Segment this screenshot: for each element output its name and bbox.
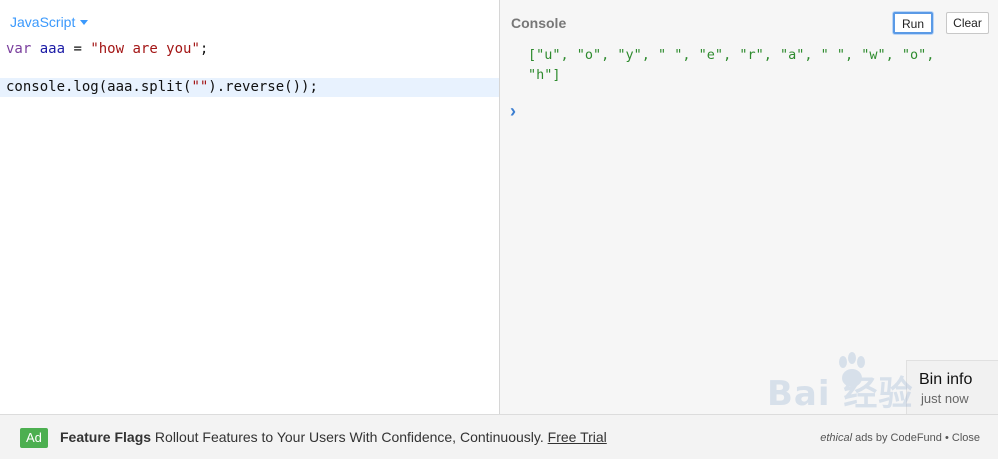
code-token: console.log(aaa.split( (6, 79, 192, 95)
code-token: aaa (39, 41, 66, 57)
ad-body: Rollout Features to Your Users With Conf… (151, 429, 548, 445)
chevron-down-icon (80, 19, 89, 25)
ad-bar: Ad Feature Flags Rollout Features to You… (0, 414, 998, 459)
language-label: JavaScript (10, 14, 76, 30)
code-token: "" (191, 79, 209, 95)
code-editor-panel[interactable]: JavaScript var aaa = "how are you"; cons… (0, 0, 500, 414)
bin-info-button[interactable]: Bin info just now (906, 360, 998, 414)
code-line[interactable]: var aaa = "how are you"; (0, 40, 499, 59)
code-token: = (65, 41, 91, 57)
ad-by-text: ads by CodeFund • (852, 432, 952, 444)
code-token: ).reverse()); (208, 79, 318, 95)
ad-message[interactable]: Feature Flags Rollout Features to Your U… (60, 429, 607, 445)
ad-close-button[interactable]: Close (952, 432, 980, 444)
code-token: ; (199, 41, 209, 57)
console-output: ["u", "o", "y", " ", "e", "r", "a", " ",… (528, 47, 935, 83)
code-area[interactable]: var aaa = "how are you"; console.log(aaa… (0, 40, 499, 97)
code-token: var (6, 41, 32, 57)
free-trial-link[interactable]: Free Trial (548, 429, 607, 445)
language-dropdown[interactable]: JavaScript (10, 14, 89, 30)
ad-badge: Ad (20, 428, 48, 448)
console-title: Console (511, 15, 567, 31)
bin-info-title: Bin info (919, 371, 973, 388)
console-panel[interactable]: Console Run Clear ["u", "o", "y", " ", "… (500, 0, 998, 414)
ad-headline: Feature Flags (60, 429, 152, 445)
code-line[interactable] (0, 59, 499, 78)
run-button[interactable]: Run (893, 12, 933, 34)
code-line[interactable]: console.log(aaa.split("").reverse()); (0, 78, 499, 97)
clear-button[interactable]: Clear (946, 12, 989, 34)
console-prompt-icon[interactable]: › (510, 101, 516, 121)
ad-attribution: ethical ads by CodeFund • Close (820, 432, 980, 444)
code-token: "how are you" (90, 41, 200, 57)
bin-info-timestamp: just now (921, 391, 969, 406)
ad-ethical-label: ethical (820, 432, 853, 444)
